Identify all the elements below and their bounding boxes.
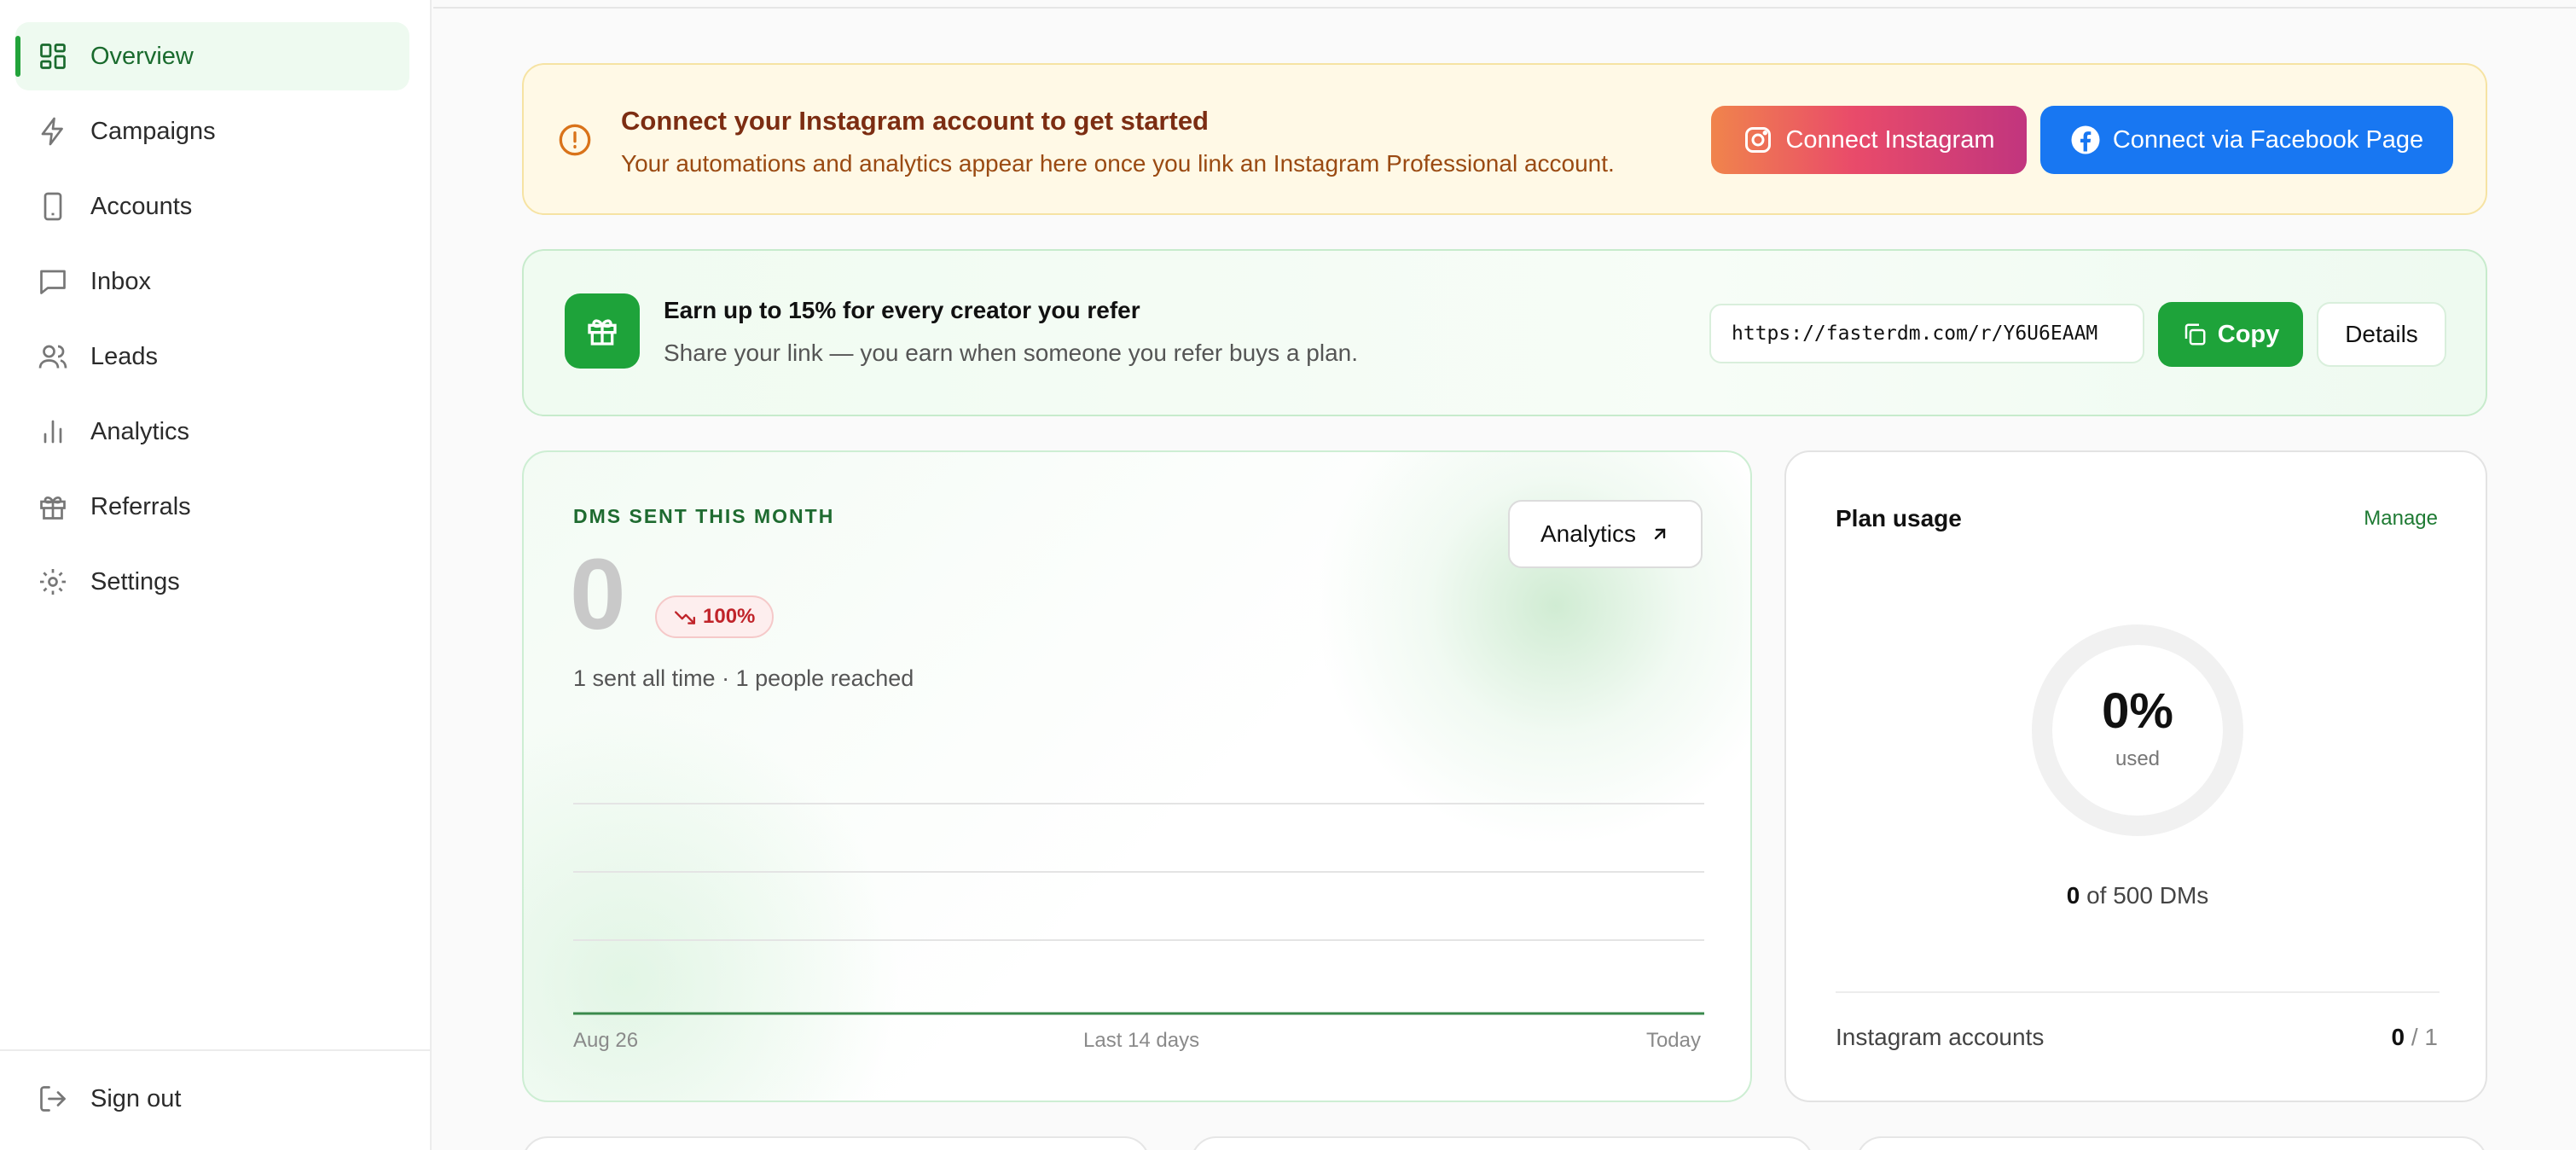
connect-facebook-label: Connect via Facebook Page bbox=[2112, 125, 2424, 154]
gift-icon-badge bbox=[565, 293, 640, 369]
arrow-up-right-icon bbox=[1654, 528, 1666, 540]
sidebar-item-overview[interactable]: Overview bbox=[15, 22, 409, 90]
sidebar-item-label: Overview bbox=[90, 42, 194, 70]
dms-label: DMS SENT THIS MONTH bbox=[573, 505, 835, 527]
connect-facebook-button[interactable]: Connect via Facebook Page bbox=[2040, 106, 2453, 174]
sidebar-item-label: Leads bbox=[90, 342, 159, 370]
dms-subtitle: 1 sent all time · 1 people reached bbox=[573, 665, 914, 691]
copy-label: Copy bbox=[2217, 320, 2280, 348]
dms-value: 0 bbox=[570, 538, 626, 651]
sidebar-item-accounts[interactable]: Accounts bbox=[15, 172, 409, 241]
gift-icon bbox=[588, 319, 617, 346]
trending-down-icon bbox=[674, 611, 696, 624]
x-axis-label-start: Aug 26 bbox=[573, 1029, 639, 1052]
copy-link-button[interactable]: Copy bbox=[2158, 302, 2303, 367]
facebook-icon bbox=[2071, 125, 2100, 154]
gift-icon bbox=[38, 491, 68, 522]
connect-instagram-button[interactable]: Connect Instagram bbox=[1711, 106, 2027, 174]
analytics-button-label: Analytics bbox=[1540, 520, 1637, 547]
sidebar-item-referrals[interactable]: Referrals bbox=[15, 473, 409, 541]
plan-divider bbox=[1836, 991, 2440, 993]
sign-out-icon bbox=[38, 1083, 68, 1114]
referral-subtitle: Share your link — you earn when someone … bbox=[664, 340, 1359, 366]
instagram-accounts-value: 0 / 1 bbox=[2392, 1024, 2439, 1051]
instagram-accounts-label: Instagram accounts bbox=[1836, 1024, 2045, 1050]
referral-title: Earn up to 15% for every creator you ref… bbox=[664, 297, 1140, 323]
gear-icon bbox=[38, 566, 68, 597]
x-axis-label-end: Today bbox=[1645, 1029, 1701, 1052]
manage-link[interactable]: Manage bbox=[2364, 507, 2438, 531]
instagram-accounts-used: 0 bbox=[2391, 1024, 2405, 1050]
dm-count: 0 of 500 DMs bbox=[1786, 882, 2489, 909]
sidebar-item-label: Settings bbox=[90, 567, 180, 595]
trend-value: 100% bbox=[703, 605, 756, 628]
sidebar-footer: Sign out bbox=[0, 1049, 430, 1150]
referral-link-field[interactable]: https://fasterdm.com/r/Y6U6EAAM bbox=[1709, 304, 2144, 363]
alert-subtitle: Your automations and analytics appear he… bbox=[621, 150, 1615, 177]
dms-used: 0 bbox=[2066, 882, 2080, 909]
sidebar-item-settings[interactable]: Settings bbox=[15, 548, 409, 616]
bar-chart-icon bbox=[38, 416, 68, 447]
sign-out-button[interactable]: Sign out bbox=[38, 1083, 181, 1114]
sidebar-item-leads[interactable]: Leads bbox=[15, 322, 409, 391]
connect-instagram-label: Connect Instagram bbox=[1785, 125, 1995, 154]
bottom-card-1 bbox=[522, 1136, 1150, 1150]
lightning-icon bbox=[38, 116, 68, 147]
plan-usage-card: Plan usage Manage 0% used 0 of 500 DMs I… bbox=[1784, 450, 2487, 1102]
sidebar-item-label: Analytics bbox=[90, 417, 190, 445]
bottom-card-3 bbox=[1856, 1136, 2487, 1150]
connect-instagram-alert: Connect your Instagram account to get st… bbox=[522, 63, 2487, 215]
trend-badge: 100% bbox=[655, 595, 775, 638]
referral-card: Earn up to 15% for every creator you ref… bbox=[522, 249, 2487, 416]
bottom-card-2 bbox=[1191, 1136, 1813, 1150]
header-divider bbox=[433, 7, 2576, 9]
usage-label: used bbox=[2115, 747, 2161, 770]
x-axis-label-middle: Last 14 days bbox=[1083, 1029, 1200, 1052]
phone-icon bbox=[38, 191, 68, 222]
chat-icon bbox=[38, 266, 68, 297]
sidebar-item-inbox[interactable]: Inbox bbox=[15, 247, 409, 316]
layout-grid-icon bbox=[38, 41, 68, 72]
alert-circle-icon bbox=[558, 123, 592, 157]
plan-title: Plan usage bbox=[1836, 505, 1962, 531]
sidebar-item-label: Campaigns bbox=[90, 117, 216, 145]
sidebar-item-label: Inbox bbox=[90, 267, 151, 295]
sidebar-item-campaigns[interactable]: Campaigns bbox=[15, 97, 409, 166]
instagram-accounts-limit: / 1 bbox=[2411, 1024, 2438, 1050]
sidebar: Overview Campaigns Accounts Inbox Leads bbox=[0, 0, 432, 1150]
copy-icon bbox=[2184, 323, 2206, 346]
sign-out-label: Sign out bbox=[90, 1084, 182, 1112]
details-button[interactable]: Details bbox=[2317, 302, 2446, 367]
sidebar-item-analytics[interactable]: Analytics bbox=[15, 398, 409, 466]
alert-title: Connect your Instagram account to get st… bbox=[621, 106, 1209, 136]
analytics-button[interactable]: Analytics bbox=[1508, 500, 1703, 568]
dms-sent-card: DMS SENT THIS MONTH 0 100% 1 sent all ti… bbox=[522, 450, 1752, 1102]
usage-percent: 0% bbox=[2102, 683, 2173, 739]
sidebar-nav: Overview Campaigns Accounts Inbox Leads bbox=[15, 22, 409, 623]
users-icon bbox=[38, 341, 68, 372]
instagram-icon bbox=[1745, 127, 1772, 153]
sidebar-item-label: Accounts bbox=[90, 192, 193, 220]
dms-of-total: of 500 DMs bbox=[2086, 882, 2209, 909]
sidebar-item-label: Referrals bbox=[90, 492, 191, 520]
